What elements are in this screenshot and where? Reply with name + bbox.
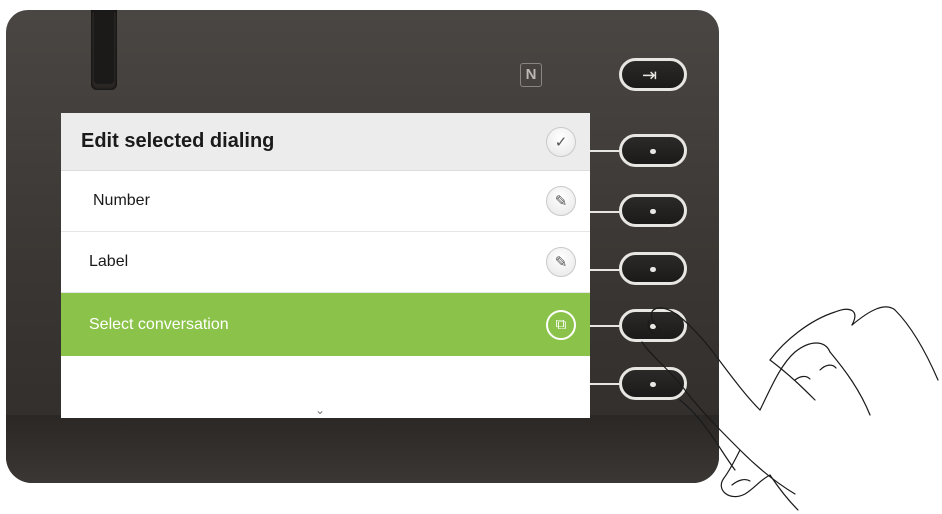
list-item-select-conversation[interactable]: Select conversation ⧉ xyxy=(61,293,590,356)
softkey-connector xyxy=(590,211,620,213)
softkey-1[interactable] xyxy=(619,134,687,167)
title-bar: Edit selected dialing ✓ xyxy=(61,113,590,171)
softkey-dot xyxy=(650,209,656,214)
list-item-label: Select conversation xyxy=(89,315,229,333)
phone-display: Edit selected dialing ✓ Number ✎ Label ✎… xyxy=(61,113,590,418)
pencil-icon[interactable]: ✎ xyxy=(546,186,576,216)
list-item-number[interactable]: Number ✎ xyxy=(61,171,590,232)
phone-base xyxy=(6,415,719,483)
handset-slot xyxy=(91,10,117,90)
pointing-hand-illustration xyxy=(641,306,939,511)
checkmark-icon[interactable]: ✓ xyxy=(546,126,576,157)
list-item-label-field[interactable]: Label ✎ xyxy=(61,232,590,293)
list-item-label: Label xyxy=(89,253,129,270)
nfc-icon: N xyxy=(520,63,542,87)
exit-button[interactable]: ⇥ xyxy=(619,58,687,91)
softkey-connector xyxy=(590,383,620,385)
softkey-connector xyxy=(590,150,620,152)
scroll-down-indicator: ⌄ xyxy=(315,403,326,417)
softkey-dot xyxy=(650,267,656,272)
screen-title: Edit selected dialing xyxy=(81,130,275,152)
exit-icon: ⇥ xyxy=(642,65,658,85)
softkey-connector xyxy=(590,325,620,327)
softkey-2[interactable] xyxy=(619,194,687,227)
conversation-icon[interactable]: ⧉ xyxy=(546,309,576,340)
softkey-connector xyxy=(590,269,620,271)
pencil-icon[interactable]: ✎ xyxy=(546,247,576,277)
list-item-label: Number xyxy=(93,192,150,209)
softkey-dot xyxy=(650,149,656,154)
